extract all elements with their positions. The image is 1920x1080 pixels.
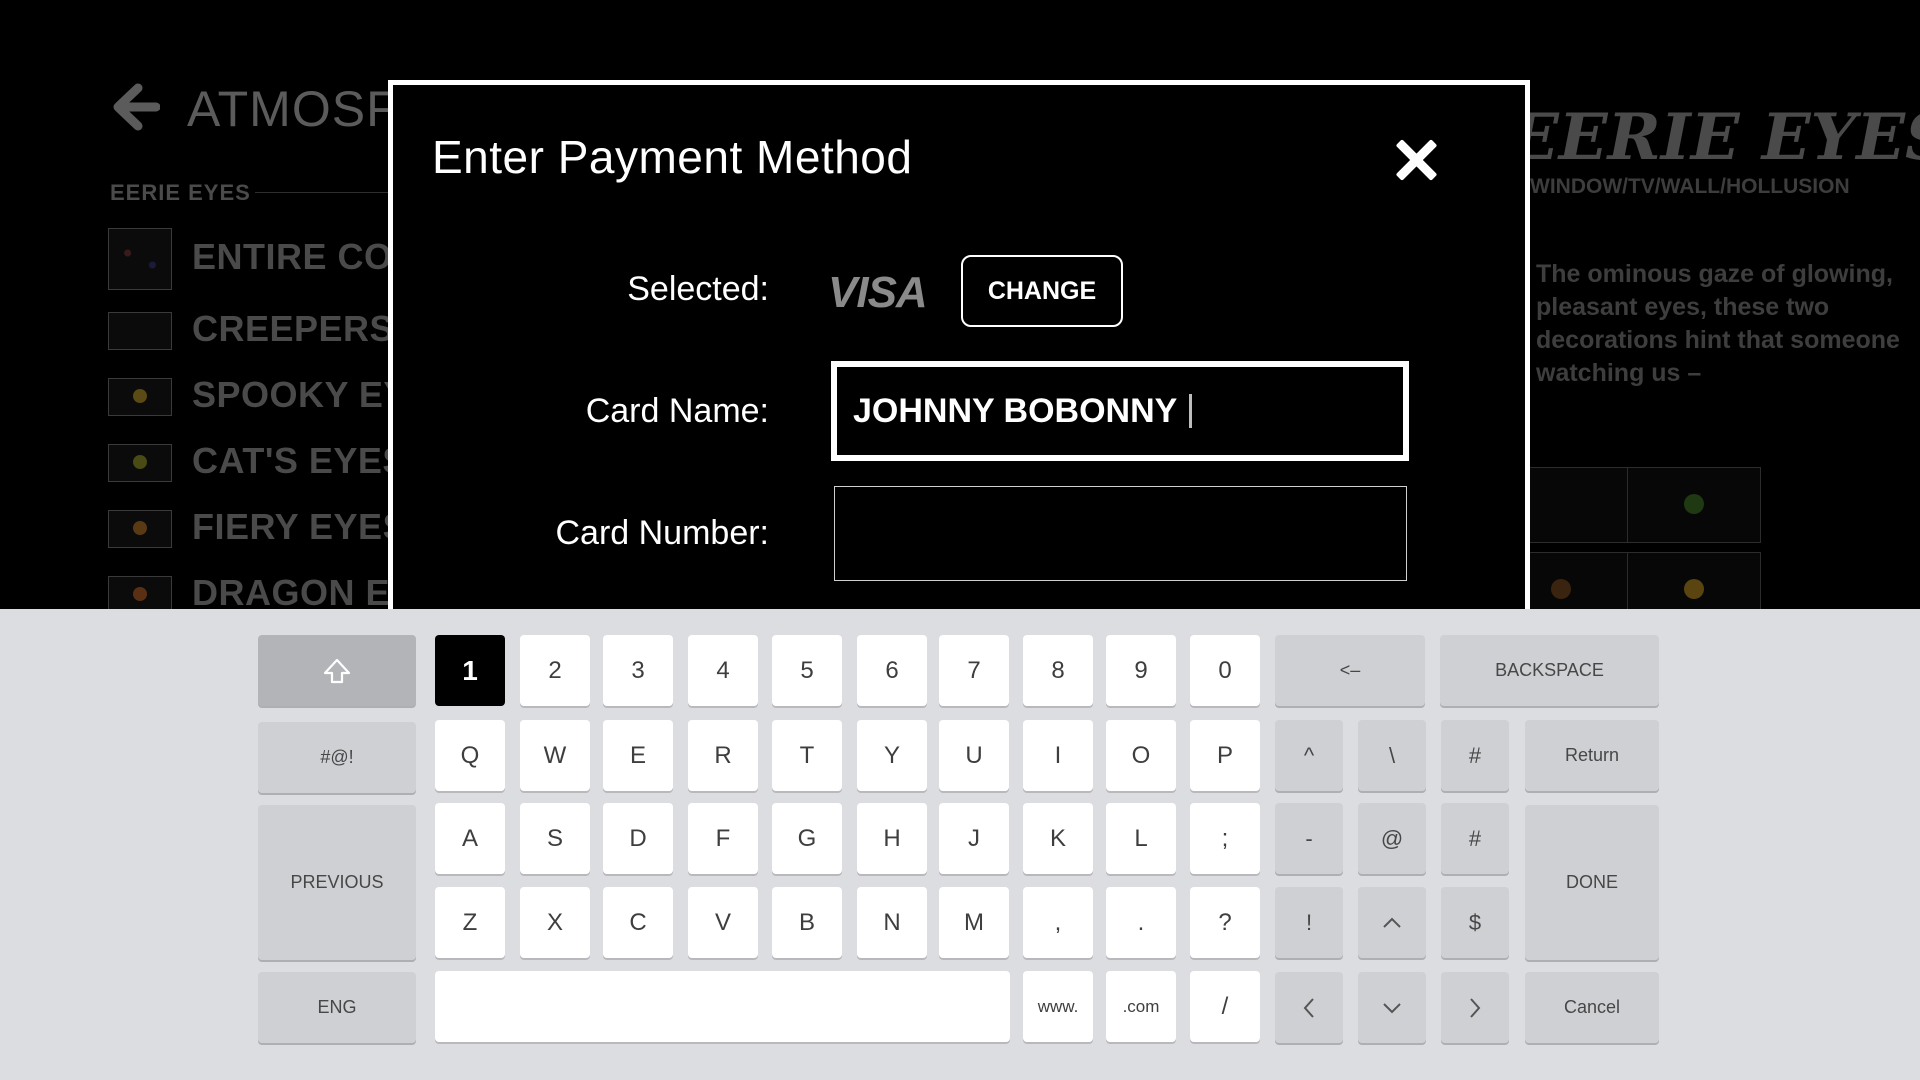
key-u[interactable]: U: [939, 720, 1009, 791]
key-s[interactable]: S: [520, 803, 590, 874]
key-dollar[interactable]: $: [1441, 887, 1509, 958]
backspace-key[interactable]: BACKSPACE: [1440, 635, 1659, 706]
key-z[interactable]: Z: [435, 887, 505, 958]
close-icon[interactable]: [1394, 138, 1438, 182]
card-name-field[interactable]: JOHNNY BOBONNY: [831, 361, 1409, 461]
key-6[interactable]: 6: [857, 635, 927, 706]
product-subtitle: WINDOW/TV/WALL/HOLLUSION: [1530, 175, 1850, 198]
section-heading: EERIE EYES: [110, 180, 251, 205]
key-semicolon[interactable]: ;: [1190, 803, 1260, 874]
key-9[interactable]: 9: [1106, 635, 1176, 706]
card-number-label: Card Number:: [555, 514, 769, 552]
key-exclamation[interactable]: !: [1275, 887, 1343, 958]
key-j[interactable]: J: [939, 803, 1009, 874]
chevron-right-icon: [1470, 997, 1481, 1018]
product-logo: EERIE EYES: [1510, 100, 1920, 175]
key-0[interactable]: 0: [1190, 635, 1260, 706]
key-at[interactable]: @: [1358, 803, 1426, 874]
key-caret[interactable]: ^: [1275, 720, 1343, 791]
key-g[interactable]: G: [772, 803, 842, 874]
cancel-key[interactable]: Cancel: [1525, 972, 1659, 1043]
card-name-label: Card Name:: [585, 392, 769, 430]
card-number-field[interactable]: [834, 486, 1407, 581]
key-period[interactable]: .: [1106, 887, 1176, 958]
thumbnail: [108, 444, 172, 482]
list-item-label: CAT'S EYES: [192, 440, 407, 481]
cursor-down-key[interactable]: [1358, 972, 1426, 1043]
key-4[interactable]: 4: [688, 635, 758, 706]
on-screen-keyboard: #@! PREVIOUS ENG 1 2 3 4 5 6 7 8 9 0 <– …: [0, 609, 1920, 1080]
list-item-label: FIERY EYES: [192, 506, 408, 547]
dotcom-key[interactable]: .com: [1106, 971, 1176, 1042]
key-7[interactable]: 7: [939, 635, 1009, 706]
key-m[interactable]: M: [939, 887, 1009, 958]
return-key[interactable]: Return: [1525, 720, 1659, 791]
thumbnail: [108, 378, 172, 416]
text-caret: [1189, 394, 1193, 428]
cursor-left-arrow-key[interactable]: [1275, 972, 1343, 1043]
key-backslash[interactable]: \: [1358, 720, 1426, 791]
selected-label: Selected:: [627, 270, 769, 308]
symbols-key[interactable]: #@!: [258, 722, 416, 793]
key-r[interactable]: R: [688, 720, 758, 791]
key-p[interactable]: P: [1190, 720, 1260, 791]
preview-tile[interactable]: [1627, 552, 1761, 609]
key-1[interactable]: 1: [435, 635, 505, 706]
shift-key[interactable]: [258, 635, 416, 706]
language-key[interactable]: ENG: [258, 972, 416, 1043]
key-question[interactable]: ?: [1190, 887, 1260, 958]
key-e[interactable]: E: [603, 720, 673, 791]
key-3[interactable]: 3: [603, 635, 673, 706]
key-t[interactable]: T: [772, 720, 842, 791]
key-q[interactable]: Q: [435, 720, 505, 791]
chevron-down-icon: [1383, 1002, 1401, 1013]
cursor-up-key[interactable]: [1358, 887, 1426, 958]
key-c[interactable]: C: [603, 887, 673, 958]
key-slash[interactable]: /: [1190, 971, 1260, 1042]
key-y[interactable]: Y: [857, 720, 927, 791]
change-button[interactable]: CHANGE: [961, 255, 1123, 327]
thumbnail: [108, 228, 172, 290]
chevron-left-icon: [1303, 997, 1314, 1018]
space-key[interactable]: [435, 971, 1010, 1042]
cursor-left-key[interactable]: <–: [1275, 635, 1425, 706]
chevron-up-icon: [1383, 917, 1401, 928]
key-x[interactable]: X: [520, 887, 590, 958]
back-arrow-icon[interactable]: [110, 82, 160, 132]
dialog-title: Enter Payment Method: [432, 131, 913, 183]
key-a[interactable]: A: [435, 803, 505, 874]
key-hash[interactable]: #: [1441, 720, 1509, 791]
key-dash[interactable]: -: [1275, 803, 1343, 874]
key-hash[interactable]: #: [1441, 803, 1509, 874]
key-v[interactable]: V: [688, 887, 758, 958]
product-description: The ominous gaze of glowing, pleasant ey…: [1536, 260, 1900, 387]
previous-key[interactable]: PREVIOUS: [258, 805, 416, 960]
key-comma[interactable]: ,: [1023, 887, 1093, 958]
card-name-value: JOHNNY BOBONNY: [853, 391, 1178, 430]
key-d[interactable]: D: [603, 803, 673, 874]
done-key[interactable]: DONE: [1525, 805, 1659, 960]
key-i[interactable]: I: [1023, 720, 1093, 791]
key-w[interactable]: W: [520, 720, 590, 791]
key-k[interactable]: K: [1023, 803, 1093, 874]
key-n[interactable]: N: [857, 887, 927, 958]
key-8[interactable]: 8: [1023, 635, 1093, 706]
key-o[interactable]: O: [1106, 720, 1176, 791]
www-key[interactable]: www.: [1023, 971, 1093, 1042]
thumbnail: [108, 312, 172, 350]
key-l[interactable]: L: [1106, 803, 1176, 874]
thumbnail: [108, 510, 172, 548]
cursor-right-key[interactable]: [1441, 972, 1509, 1043]
key-2[interactable]: 2: [520, 635, 590, 706]
key-f[interactable]: F: [688, 803, 758, 874]
key-h[interactable]: H: [857, 803, 927, 874]
visa-logo: VISA: [828, 268, 928, 317]
thumbnail: [108, 576, 172, 609]
key-5[interactable]: 5: [772, 635, 842, 706]
key-b[interactable]: B: [772, 887, 842, 958]
preview-tile[interactable]: [1627, 467, 1761, 543]
shift-icon: [323, 658, 351, 683]
